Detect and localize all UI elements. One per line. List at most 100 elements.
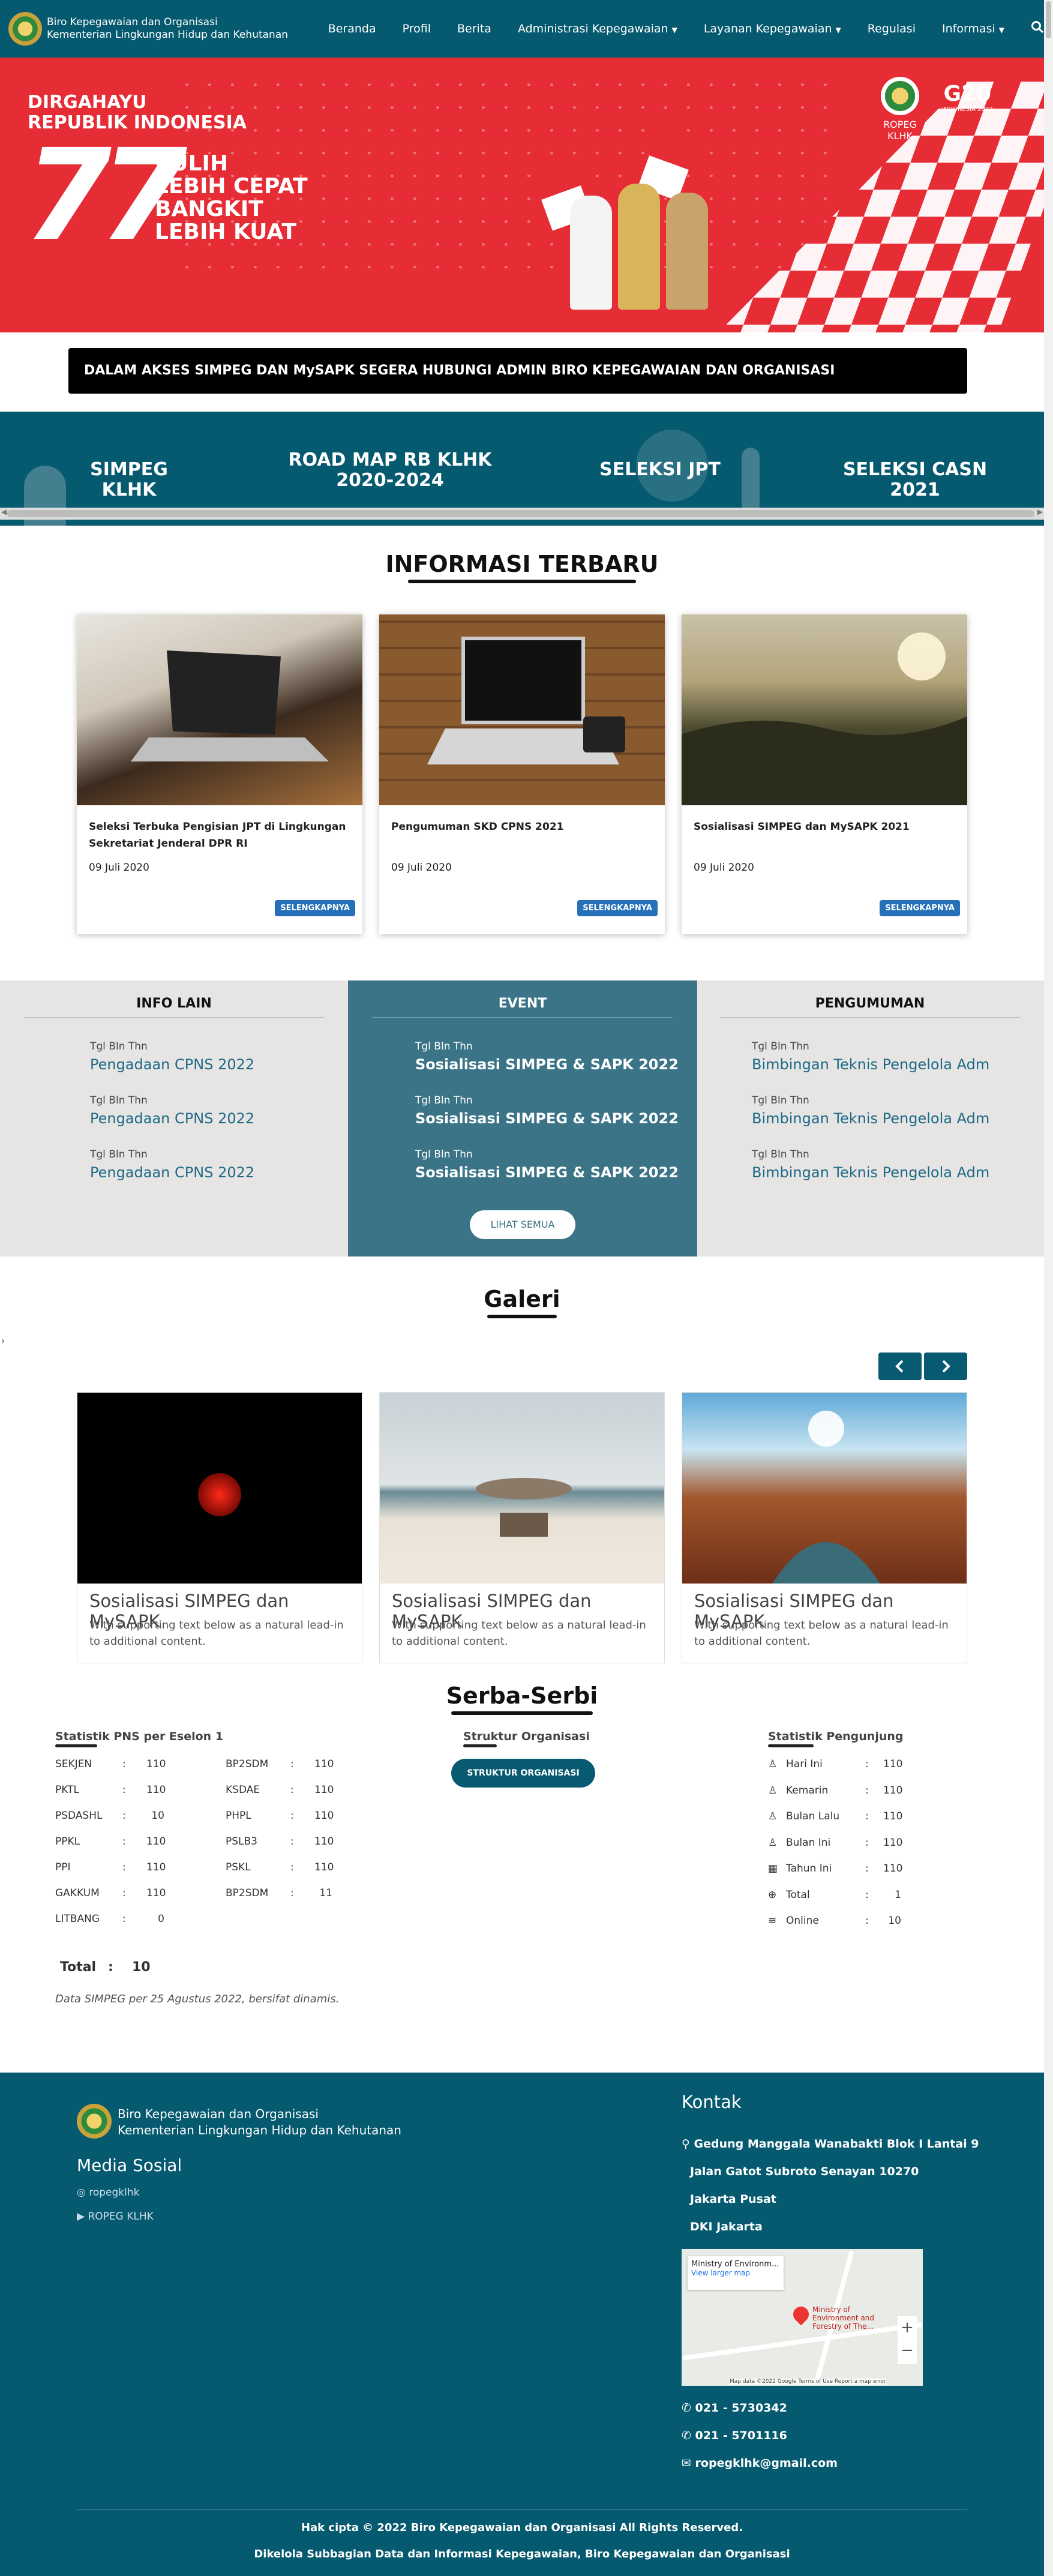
item-link[interactable]: Pengadaan CPNS 2022 (90, 1110, 254, 1127)
quicklink-simpeg[interactable]: SIMPEG KLHK (60, 460, 198, 500)
news-card[interactable]: Seleksi Terbuka Pengisian JPT di Lingkun… (77, 614, 362, 934)
klhk-logo[interactable] (8, 12, 42, 46)
gallery-card[interactable]: Sosialisasi SIMPEG dan MySAPK With suppo… (682, 1392, 967, 1663)
stat-value: 0 (158, 1913, 164, 1925)
map-pin-label: Ministry of Environment and Forestry of … (812, 2305, 875, 2331)
map-info-box[interactable]: Ministry of Environm... View larger map (688, 2256, 784, 2290)
news-title[interactable]: Seleksi Terbuka Pengisian JPT di Lingkun… (89, 818, 353, 852)
email-icon: ✉ (682, 2457, 695, 2470)
visitor-label: Total (786, 1888, 810, 1901)
horizontal-scrollbar[interactable]: ◀ ▶ (0, 508, 1044, 520)
scrollbar-thumb[interactable] (7, 510, 1034, 517)
item-date: Tgl Bln Thn (752, 1040, 809, 1052)
youtube-link[interactable]: ▶ ROPEG KLHK (77, 2211, 154, 2223)
item-link[interactable]: Bimbingan Teknis Pengelola Adm (752, 1164, 989, 1181)
nav-informasi[interactable]: Informasi ▼ (942, 22, 1004, 35)
youtube-handle[interactable]: ROPEG KLHK (88, 2211, 153, 2223)
zoom-out-icon[interactable]: − (898, 2339, 917, 2362)
news-card[interactable]: Pengumuman SKD CPNS 2021 09 Juli 2020 SE… (379, 614, 665, 934)
event-item[interactable]: Tgl Bln Thn Sosialisasi SIMPEG & SAPK 202… (415, 1040, 679, 1073)
nav-layanan-kepegawaian[interactable]: Layanan Kepegawaian ▼ (704, 22, 841, 35)
info-item[interactable]: Tgl Bln Thn Pengadaan CPNS 2022 (90, 1148, 254, 1181)
item-link[interactable]: Pengadaan CPNS 2022 (90, 1164, 254, 1181)
collapse-arrow-icon[interactable]: › (1, 1335, 5, 1347)
informasi-title: INFORMASI TERBARU (342, 551, 702, 583)
quicklink-seleksi-jpt[interactable]: SELEKSI JPT (588, 460, 732, 480)
gallery-card[interactable]: Sosialisasi SIMPEG dan MySAPK With suppo… (379, 1392, 665, 1663)
phone-number[interactable]: 021 - 5701116 (695, 2429, 787, 2442)
scroll-left-icon[interactable]: ◀ (1, 508, 7, 516)
scroll-right-icon[interactable]: ▶ (1037, 508, 1043, 516)
site-footer: Biro Kepegawaian dan Organisasi Kementer… (0, 2073, 1044, 2576)
selengkapnya-button[interactable]: SELENGKAPNYA (275, 900, 355, 916)
stat-label: PSLB3 (226, 1836, 257, 1848)
pengumuman-item[interactable]: Tgl Bln Thn Bimbingan Teknis Pengelola Ad… (752, 1148, 989, 1181)
stat-row: PPKL:110 (55, 1836, 166, 1848)
quicklink-roadmap[interactable]: ROAD MAP RB KLHK 2020-2024 (282, 450, 498, 491)
phone-number[interactable]: 021 - 5730342 (695, 2401, 787, 2415)
google-map-embed[interactable]: Ministry of Environm... View larger map M… (682, 2249, 923, 2386)
news-card[interactable]: Sosialisasi SIMPEG dan MySAPK 2021 09 Ju… (682, 614, 967, 934)
site-brand[interactable]: Biro Kepegawaian dan Organisasi Kementer… (47, 16, 292, 41)
selengkapnya-button[interactable]: SELENGKAPNYA (880, 900, 960, 916)
visitor-label: Bulan Lalu (786, 1810, 840, 1822)
stat-row: BP2SDM:11 (226, 1887, 332, 1899)
column-title-text: INFO LAIN (136, 996, 212, 1011)
selengkapnya-button[interactable]: SELENGKAPNYA (577, 900, 658, 916)
map-zoom-control[interactable]: + − (898, 2316, 917, 2364)
map-pin-icon[interactable] (790, 2303, 812, 2326)
pengumuman-item[interactable]: Tgl Bln Thn Bimbingan Teknis Pengelola Ad… (752, 1094, 989, 1127)
scrollbar-thumb[interactable] (1046, 1, 1051, 38)
figure-graphic (618, 184, 660, 310)
instagram-handle[interactable]: ropegklhk (89, 2187, 139, 2199)
item-link[interactable]: Bimbingan Teknis Pengelola Adm (752, 1110, 989, 1127)
stat-label: PSKL (226, 1861, 251, 1873)
hero-line: DIRGAHAYU (28, 92, 147, 113)
news-title[interactable]: Pengumuman SKD CPNS 2021 (391, 818, 655, 835)
nav-regulasi[interactable]: Regulasi (868, 22, 916, 35)
event-item[interactable]: Tgl Bln Thn Sosialisasi SIMPEG & SAPK 202… (415, 1094, 679, 1127)
zoom-in-icon[interactable]: + (898, 2316, 917, 2339)
total-row: Total:10 (60, 1960, 151, 1975)
struktur-organisasi-button[interactable]: STRUKTUR ORGANISASI (451, 1759, 595, 1788)
vertical-scrollbar[interactable] (1044, 0, 1053, 2576)
column-title-text: PENGUMUMAN (815, 996, 925, 1011)
visitor-value: 110 (883, 1863, 903, 1875)
phone-2[interactable]: ✆ 021 - 5701116 (682, 2429, 787, 2442)
title-underline (408, 580, 636, 583)
nav-administrasi-kepegawaian[interactable]: Administrasi Kepegawaian ▼ (518, 22, 677, 35)
news-image (77, 614, 362, 805)
quicklink-seleksi-casn[interactable]: SELEKSI CASN 2021 (822, 460, 1008, 500)
search-icon[interactable] (1031, 20, 1044, 37)
event-item[interactable]: Tgl Bln Thn Sosialisasi SIMPEG & SAPK 202… (415, 1148, 679, 1181)
item-link[interactable]: Bimbingan Teknis Pengelola Adm (752, 1056, 989, 1073)
view-larger-map-link[interactable]: View larger map (691, 2269, 780, 2277)
chevron-right-icon[interactable] (924, 1353, 967, 1380)
nav-beranda[interactable]: Beranda (328, 22, 376, 35)
lihat-semua-button[interactable]: LIHAT SEMUA (470, 1210, 575, 1239)
hero-figures-illustration (530, 124, 738, 322)
nav-berita[interactable]: Berita (457, 22, 491, 35)
footer-brand: Biro Kepegawaian dan Organisasi Kementer… (118, 2106, 401, 2139)
info-item[interactable]: Tgl Bln Thn Pengadaan CPNS 2022 (90, 1094, 254, 1127)
news-title[interactable]: Sosialisasi SIMPEG dan MySAPK 2021 (694, 818, 958, 835)
gallery-card[interactable]: Sosialisasi SIMPEG dan MySAPK With suppo… (77, 1392, 362, 1663)
info-item[interactable]: Tgl Bln Thn Pengadaan CPNS 2022 (90, 1040, 254, 1073)
pengumuman-item[interactable]: Tgl Bln Thn Bimbingan Teknis Pengelola Ad… (752, 1040, 989, 1073)
hero-number: 77 (24, 122, 187, 269)
title-underline (55, 1744, 97, 1747)
title-divider (373, 1017, 673, 1018)
item-link[interactable]: Sosialisasi SIMPEG & SAPK 2022 (415, 1110, 679, 1127)
chevron-left-icon[interactable] (878, 1353, 922, 1380)
title-divider (720, 1017, 1020, 1018)
item-date: Tgl Bln Thn (752, 1094, 809, 1106)
email-address[interactable]: ropegklhk@gmail.com (695, 2457, 838, 2470)
item-link[interactable]: Pengadaan CPNS 2022 (90, 1056, 254, 1073)
email[interactable]: ✉ ropegklhk@gmail.com (682, 2457, 838, 2470)
instagram-link[interactable]: ◎ ropegklhk (77, 2187, 140, 2199)
item-link[interactable]: Sosialisasi SIMPEG & SAPK 2022 (415, 1164, 679, 1181)
visitor-label: Tahun Ini (786, 1863, 832, 1875)
phone-1[interactable]: ✆ 021 - 5730342 (682, 2401, 787, 2415)
item-link[interactable]: Sosialisasi SIMPEG & SAPK 2022 (415, 1056, 679, 1073)
nav-profil[interactable]: Profil (403, 22, 431, 35)
